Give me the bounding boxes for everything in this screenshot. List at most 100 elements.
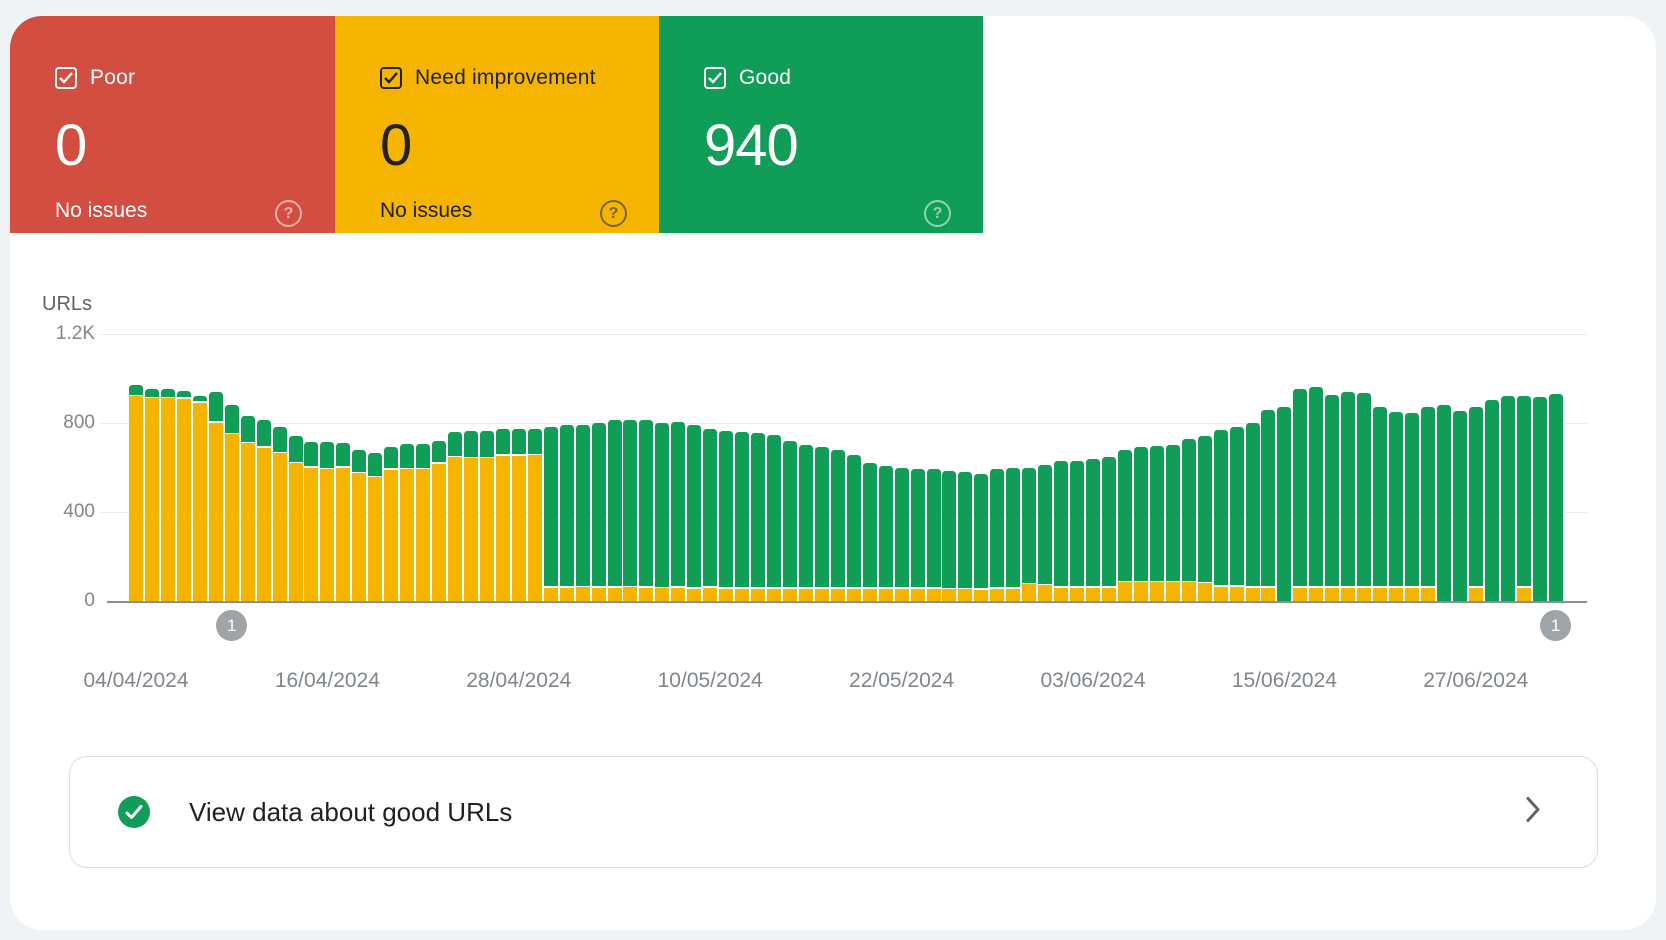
chart-bar[interactable]: [608, 420, 622, 601]
chart-bar[interactable]: [1198, 436, 1212, 601]
chart-bar[interactable]: [863, 463, 877, 601]
chart-bar[interactable]: [432, 441, 446, 601]
chart-bar[interactable]: [911, 469, 925, 601]
chart-bar[interactable]: [1166, 445, 1180, 601]
need-improvement-checkbox-icon[interactable]: [380, 67, 402, 89]
chart-bar[interactable]: [783, 441, 797, 601]
chart-bar[interactable]: [671, 422, 685, 601]
chart-bar[interactable]: [1437, 405, 1451, 601]
chart-bar[interactable]: [799, 445, 813, 601]
chart-bar[interactable]: [639, 420, 653, 601]
chart-bar[interactable]: [257, 420, 271, 601]
chart-bar[interactable]: [177, 391, 191, 601]
chart-bar[interactable]: [1533, 397, 1547, 601]
chart-bar[interactable]: [145, 389, 159, 601]
chart-bar[interactable]: [879, 466, 893, 601]
chart-bar[interactable]: [719, 431, 733, 601]
chart-bar[interactable]: [480, 431, 494, 601]
poor-checkbox-icon[interactable]: [55, 67, 77, 89]
chart-bar[interactable]: [1501, 396, 1515, 601]
chart-bar[interactable]: [544, 427, 558, 601]
chart-bar[interactable]: [512, 429, 526, 601]
chart-bar[interactable]: [974, 474, 988, 601]
chart-bar[interactable]: [209, 392, 223, 601]
chart-bar[interactable]: [464, 431, 478, 601]
chart-bar[interactable]: [1230, 427, 1244, 601]
chart-bar[interactable]: [1054, 461, 1068, 601]
chart-bar[interactable]: [1022, 468, 1036, 602]
chart-bar[interactable]: [655, 423, 669, 601]
chart-bar[interactable]: [1421, 407, 1435, 601]
chart-bar[interactable]: [751, 433, 765, 601]
chart-bar[interactable]: [560, 425, 574, 601]
chart-bar[interactable]: [1118, 450, 1132, 601]
chart-bar[interactable]: [1070, 461, 1084, 601]
chart-bar[interactable]: [767, 435, 781, 601]
chart-bar[interactable]: [1102, 457, 1116, 601]
chart-bar[interactable]: [1325, 395, 1339, 601]
help-icon[interactable]: ?: [275, 200, 302, 227]
chart-bar[interactable]: [1405, 413, 1419, 601]
chart-bar[interactable]: [576, 425, 590, 601]
chart-bar[interactable]: [1485, 400, 1499, 601]
chart-bar[interactable]: [815, 447, 829, 601]
view-good-urls-card[interactable]: View data about good URLs: [69, 756, 1598, 868]
chart-bar[interactable]: [1261, 410, 1275, 601]
chart-bar[interactable]: [241, 416, 255, 601]
chart-bar[interactable]: [416, 444, 430, 601]
help-icon[interactable]: ?: [600, 200, 627, 227]
chart-bar[interactable]: [1150, 446, 1164, 601]
chart-bar[interactable]: [273, 427, 287, 601]
chart-bar[interactable]: [193, 396, 207, 601]
chart-bar[interactable]: [942, 471, 956, 601]
chart-bar[interactable]: [1373, 407, 1387, 601]
chart-bar[interactable]: [1517, 396, 1531, 601]
chart-bar[interactable]: [1357, 393, 1371, 601]
chart-bar[interactable]: [1389, 412, 1403, 601]
chart-bar[interactable]: [847, 455, 861, 601]
chart-bar[interactable]: [1246, 423, 1260, 601]
chart-bar[interactable]: [1006, 468, 1020, 602]
chart-bar[interactable]: [400, 444, 414, 601]
chart-bar[interactable]: [1309, 387, 1323, 601]
chart-bar[interactable]: [304, 442, 318, 601]
good-checkbox-icon[interactable]: [704, 67, 726, 89]
chart-bar[interactable]: [225, 405, 239, 601]
annotation-badge[interactable]: 1: [216, 610, 247, 641]
chart-bar[interactable]: [352, 450, 366, 601]
chart-bar[interactable]: [1182, 439, 1196, 601]
chart-bar[interactable]: [623, 420, 637, 601]
chart-bar[interactable]: [927, 469, 941, 601]
chart-bar[interactable]: [1134, 447, 1148, 601]
chart-bar[interactable]: [384, 447, 398, 601]
chart-bar[interactable]: [320, 442, 334, 601]
chart-bar[interactable]: [958, 472, 972, 601]
chart-bar[interactable]: [1293, 389, 1307, 601]
help-icon[interactable]: ?: [924, 200, 951, 227]
chart-bar[interactable]: [448, 432, 462, 601]
chart-bar[interactable]: [735, 432, 749, 601]
annotation-badge[interactable]: 1: [1540, 610, 1571, 641]
chart-bar[interactable]: [1469, 407, 1483, 601]
chart-bar[interactable]: [289, 436, 303, 601]
chart-bar[interactable]: [528, 429, 542, 601]
chart-bar[interactable]: [336, 443, 350, 601]
chart-bar[interactable]: [703, 429, 717, 601]
chart-bar[interactable]: [1214, 430, 1228, 601]
chart-bar[interactable]: [1038, 465, 1052, 601]
chart-bar[interactable]: [990, 469, 1004, 601]
chart-bar[interactable]: [1341, 392, 1355, 601]
chart-bar[interactable]: [592, 423, 606, 601]
chart-bar[interactable]: [1453, 411, 1467, 601]
chart-bar[interactable]: [129, 385, 143, 601]
chart-bar[interactable]: [1086, 459, 1100, 601]
chart-bar[interactable]: [1549, 394, 1563, 601]
chart-bar[interactable]: [496, 429, 510, 601]
chart-bar[interactable]: [368, 453, 382, 601]
chart-bar[interactable]: [161, 389, 175, 601]
chart-bar[interactable]: [895, 468, 909, 602]
good-segment: [257, 420, 271, 446]
chart-bar[interactable]: [1277, 407, 1291, 601]
chart-bar[interactable]: [687, 425, 701, 601]
chart-bar[interactable]: [831, 450, 845, 601]
